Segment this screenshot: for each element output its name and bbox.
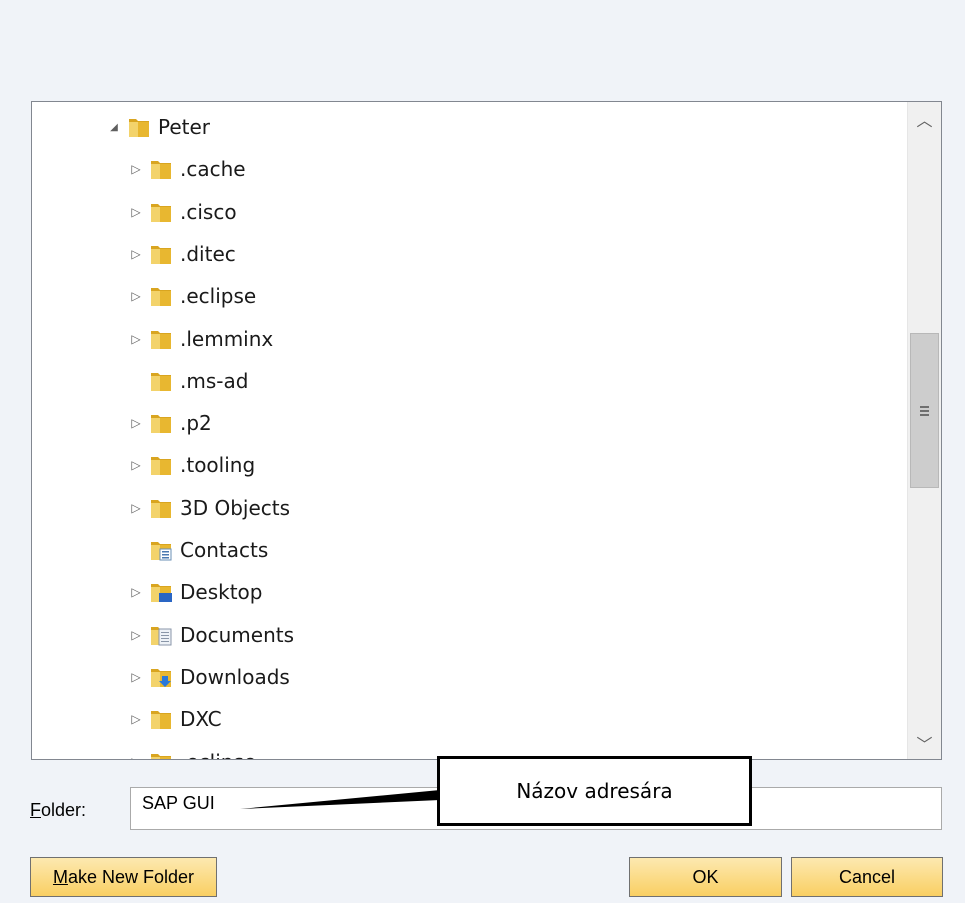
folder-icon [149,707,173,731]
annotation-callout: Názov adresára [437,756,752,826]
downloads-folder-icon [149,665,173,689]
expand-arrow-icon[interactable]: ▷ [129,628,143,642]
tree-item-label: DXC [180,707,222,732]
tree-item[interactable]: ▷ DXC [32,698,908,740]
expand-arrow-icon[interactable]: ▷ [129,755,143,760]
tree-item[interactable]: Contacts [32,529,908,571]
vertical-scrollbar[interactable]: ︿ ﹀ [907,102,941,759]
tree-item[interactable]: ▷ .cache [32,148,908,190]
tree-item-label: Documents [180,622,295,647]
expand-arrow-icon[interactable]: ▷ [129,712,143,726]
tree-item-label: 3D Objects [180,495,291,520]
tree-item-label: Peter [158,115,211,139]
tree-item[interactable]: ▷ .eclipse [32,275,908,317]
tree-item[interactable]: ▷ .ditec [32,233,908,275]
expand-arrow-icon[interactable]: ▷ [129,585,143,599]
make-new-folder-button[interactable]: Make New Folder [30,857,217,897]
tree-item-label: .cache [180,157,246,182]
expand-arrow-icon[interactable]: ▷ [129,670,143,684]
scroll-up-icon[interactable]: ︿ [908,102,941,135]
expand-arrow-icon[interactable]: ▷ [129,289,143,303]
tree-item[interactable]: ▷ Desktop [32,571,908,613]
tree-item[interactable]: ◢ Peter [32,106,908,148]
folder-field-label: Folder: [30,800,86,821]
folder-icon [149,284,173,308]
folder-icon [149,242,173,266]
expand-arrow-icon[interactable]: ▷ [129,458,143,472]
folder-label-text: Folder: [30,800,87,820]
folder-tree-list: ◢ Peter ▷ .cache ▷ .cisco ▷ .ditec ▷ .eclipse ▷ .le… [32,102,908,759]
folder-icon [149,453,173,477]
contacts-folder-icon [149,538,173,562]
tree-item-label: Downloads [180,664,290,689]
tree-item-label: .eclipse [180,284,257,309]
expand-arrow-icon[interactable]: ▷ [129,205,143,219]
folder-icon [149,411,173,435]
make-new-folder-label: Make New Folder [52,866,195,887]
tree-item-label: Contacts [180,538,269,562]
tree-item-label: .ditec [180,241,236,266]
expand-arrow-icon[interactable]: ▷ [129,162,143,176]
tree-item-label: .cisco [180,199,237,224]
tree-item[interactable]: ▷ .p2 [32,402,908,444]
folder-icon [149,369,173,393]
scroll-down-icon[interactable]: ﹀ [908,726,941,759]
tree-item[interactable]: ▷ .lemminx [32,318,908,360]
folder-icon [149,750,173,759]
tree-item-label: Desktop [180,580,263,605]
tree-item[interactable]: ▷ Documents [32,614,908,656]
ok-button[interactable]: OK [629,857,782,897]
folder-icon [149,496,173,520]
folder-icon [149,200,173,224]
tree-item-label: .p2 [180,411,212,436]
grip-icon [920,404,929,418]
tree-item[interactable]: ▷ 3D Objects [32,487,908,529]
tree-item[interactable]: .ms-ad [32,360,908,402]
tree-item[interactable]: ▷ .tooling [32,444,908,486]
expand-arrow-icon[interactable]: ▷ [129,247,143,261]
scrollbar-thumb[interactable] [910,333,939,488]
collapse-arrow-icon[interactable]: ◢ [107,120,121,134]
folder-icon [149,157,173,181]
tree-item-label: .ms-ad [180,368,249,393]
desktop-folder-icon [149,580,173,604]
tree-item[interactable]: ▷ .cisco [32,191,908,233]
cancel-button[interactable]: Cancel [791,857,943,897]
expand-arrow-icon[interactable]: ▷ [129,501,143,515]
folder-tree[interactable]: ◢ Peter ▷ .cache ▷ .cisco ▷ .ditec ▷ .eclipse ▷ .le… [31,101,942,760]
tree-item[interactable]: ▷ Downloads [32,656,908,698]
folder-icon [149,327,173,351]
tree-item-label: .lemminx [180,326,274,351]
tree-item-label: .eclipse [180,750,256,760]
expand-arrow-icon[interactable]: ▷ [129,416,143,430]
documents-folder-icon [149,623,173,647]
expand-arrow-icon[interactable]: ▷ [129,332,143,346]
folder-icon [127,115,151,139]
tree-item-label: .tooling [180,453,256,478]
